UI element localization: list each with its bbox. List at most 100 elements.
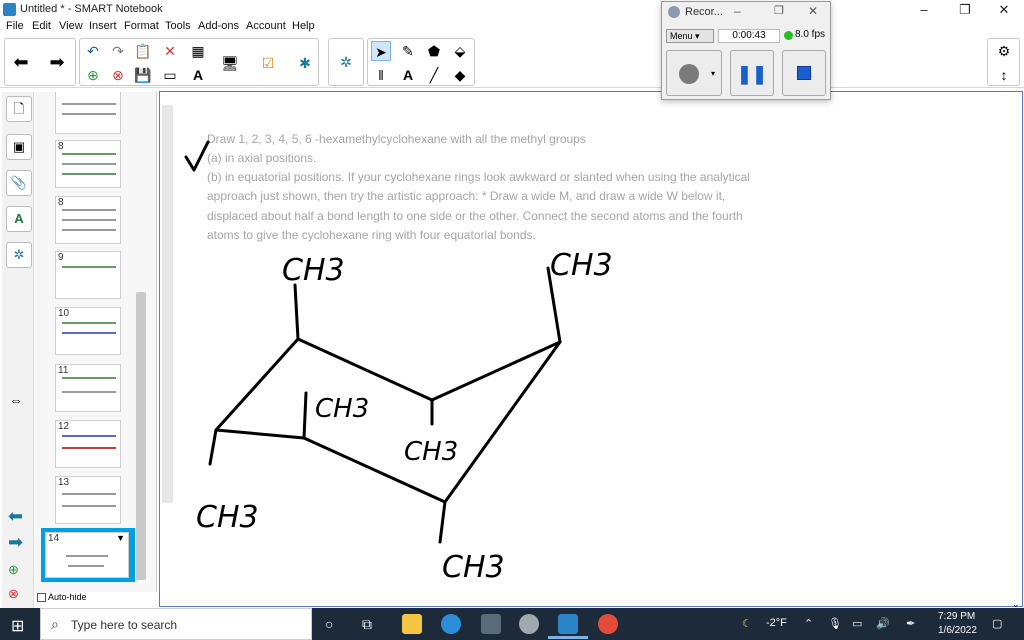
next-page-icon[interactable]: ➡ (47, 52, 67, 72)
add-page-side-icon[interactable]: ⊕ (8, 562, 19, 578)
menu-insert[interactable]: Insert (89, 20, 117, 32)
display-icon[interactable]: 🖥 (220, 53, 240, 73)
redo-icon[interactable]: ↷ (108, 41, 128, 61)
handwritten-drawing: CH3 CH3 CH3 CH3 CH3 CH3 (184, 140, 613, 585)
nav-group: ⬅ ➡ (4, 38, 76, 86)
search-icon: ⌕ (51, 616, 59, 632)
undo-icon[interactable]: ↶ (83, 41, 103, 61)
activity-builder-icon[interactable]: ☑ (258, 53, 278, 73)
autohide-checkbox[interactable] (37, 593, 46, 603)
menu-view[interactable]: View (59, 20, 83, 32)
notification-icon[interactable]: ▢ (992, 617, 1002, 630)
menu-format[interactable]: Format (124, 20, 159, 32)
gallery-icon[interactable]: ▣ (6, 134, 32, 160)
microphone-icon[interactable]: 🎙 (828, 617, 842, 630)
edge-icon[interactable] (441, 614, 461, 634)
recorder-close[interactable]: ✕ (808, 4, 818, 18)
previous-page-icon[interactable]: ⬅ (11, 52, 31, 72)
add-page-icon[interactable]: ⊕ (83, 65, 103, 85)
page-thumbnail[interactable] (55, 92, 121, 134)
paint-icon[interactable] (519, 614, 539, 634)
page-thumbnail[interactable]: 8 (55, 140, 121, 188)
title-bar: Untitled * - SMART Notebook – ❐ ✕ (0, 0, 1024, 19)
recorder-menu-label: Menu (670, 31, 693, 41)
record-options-icon[interactable]: ▾ (711, 69, 715, 78)
recorder-menu-dropdown[interactable]: Menu ▾ (666, 29, 714, 43)
pens-tool-icon[interactable]: ǁ (371, 65, 391, 85)
page-thumbnail[interactable]: 10 (55, 307, 121, 355)
menu-account[interactable]: Account (246, 20, 286, 32)
task-view-icon[interactable]: ⧉ (362, 616, 372, 633)
menu-help[interactable]: Help (292, 20, 315, 32)
weather-icon[interactable]: ☾ (742, 617, 752, 630)
prev-arrow-icon[interactable]: ⬅ (8, 506, 23, 527)
pen-ink-icon[interactable]: ✒ (906, 617, 915, 630)
checkmark (184, 140, 210, 172)
pause-button[interactable]: ❚❚ (730, 50, 774, 96)
next-arrow-icon[interactable]: ➡ (8, 532, 23, 553)
save-icon[interactable]: 💾 (133, 65, 153, 85)
menu-addons[interactable]: Add-ons (198, 20, 239, 32)
autohide-label: Auto-hide (48, 592, 87, 602)
stop-button[interactable] (782, 50, 826, 96)
chrome-icon[interactable] (598, 614, 618, 634)
delete-page-icon[interactable]: ⊗ (108, 65, 128, 85)
properties-icon[interactable]: A (6, 206, 32, 232)
text-tool-icon[interactable]: A (398, 65, 418, 85)
page-thumbnail-current[interactable]: 14 ▼ (45, 532, 129, 578)
cortana-icon[interactable]: ○ (325, 616, 333, 632)
text-format-icon[interactable]: A (188, 65, 208, 85)
recording-status-dot (784, 31, 793, 40)
page-sorter-icon[interactable]: 🗋 (6, 96, 32, 122)
table-icon[interactable]: ▦ (188, 41, 208, 61)
recorder-restore[interactable]: ❐ (774, 4, 784, 17)
clock-time[interactable]: 7:29 PM (938, 611, 975, 622)
weather-temp[interactable]: -2°F (766, 617, 787, 629)
menu-edit[interactable]: Edit (32, 20, 51, 32)
pen-tool-icon[interactable]: ✎ (398, 41, 418, 61)
restore-button[interactable]: ❐ (945, 0, 985, 19)
smart-notebook-taskbar-icon[interactable] (558, 614, 578, 634)
file-explorer-icon[interactable] (402, 614, 422, 634)
page-sorter-scrollbar[interactable] (136, 292, 146, 580)
menu-file[interactable]: File (6, 20, 24, 32)
taskbar-search-box[interactable]: ⌕ Type here to search (40, 608, 312, 640)
page-thumbnail[interactable]: 9 (55, 251, 121, 299)
tray-chevron-icon[interactable]: ⌃ (804, 617, 813, 630)
close-button[interactable]: ✕ (984, 0, 1024, 19)
page-thumbnail[interactable]: 11 (55, 364, 121, 412)
store-icon[interactable] (481, 614, 501, 634)
delete-icon[interactable]: ✕ (160, 41, 180, 61)
remove-page-side-icon[interactable]: ⊗ (8, 586, 19, 602)
record-button[interactable]: ▾ (666, 50, 722, 96)
line-tool-icon[interactable]: ╱ (424, 65, 444, 85)
lab-icon[interactable]: ✲ (336, 52, 356, 72)
paste-icon[interactable]: 📋 (133, 41, 153, 61)
recorder-title: Recor... (685, 6, 723, 18)
eraser-tool-icon[interactable]: ◆ (450, 65, 470, 85)
resize-handle-icon[interactable]: ⇔ (9, 392, 23, 408)
windows-start-icon[interactable]: ⊞ (11, 616, 24, 636)
ch3-label-2: CH3 (550, 248, 613, 283)
shapes-tool-icon[interactable]: ⬟ (424, 41, 444, 61)
toolbar-position-icon[interactable]: ↕ (994, 65, 1014, 85)
volume-icon[interactable]: 🔊 (876, 617, 890, 630)
screen-shade-icon[interactable]: ▭ (160, 65, 180, 85)
attachments-icon[interactable]: 📎 (6, 170, 32, 196)
page-thumbnail[interactable]: 12 (55, 420, 121, 468)
addons-tab-icon[interactable]: ✲ (6, 242, 32, 268)
page-menu-icon[interactable]: ▼ (116, 533, 125, 543)
recorder-minimize[interactable]: – (734, 4, 741, 18)
clock-date[interactable]: 1/6/2022 (938, 625, 977, 636)
fill-tool-icon[interactable]: ⬙ (450, 41, 470, 61)
network-icon[interactable]: ▭ (852, 617, 862, 630)
minimize-button[interactable]: – (904, 0, 944, 19)
page-thumbnail[interactable]: 8 (55, 196, 121, 244)
gear-icon[interactable]: ⚙ (994, 41, 1014, 61)
select-tool-icon[interactable]: ➤ (371, 41, 391, 61)
lab-group: ✲ (328, 38, 364, 86)
addons-icon[interactable]: ✱ (295, 53, 315, 73)
menu-tools[interactable]: Tools (165, 20, 191, 32)
page-thumbnail[interactable]: 13 (55, 476, 121, 524)
recorder-window: Recor... – ❐ ✕ Menu ▾ 0:00:43 8.0 fps ▾ … (661, 1, 831, 100)
